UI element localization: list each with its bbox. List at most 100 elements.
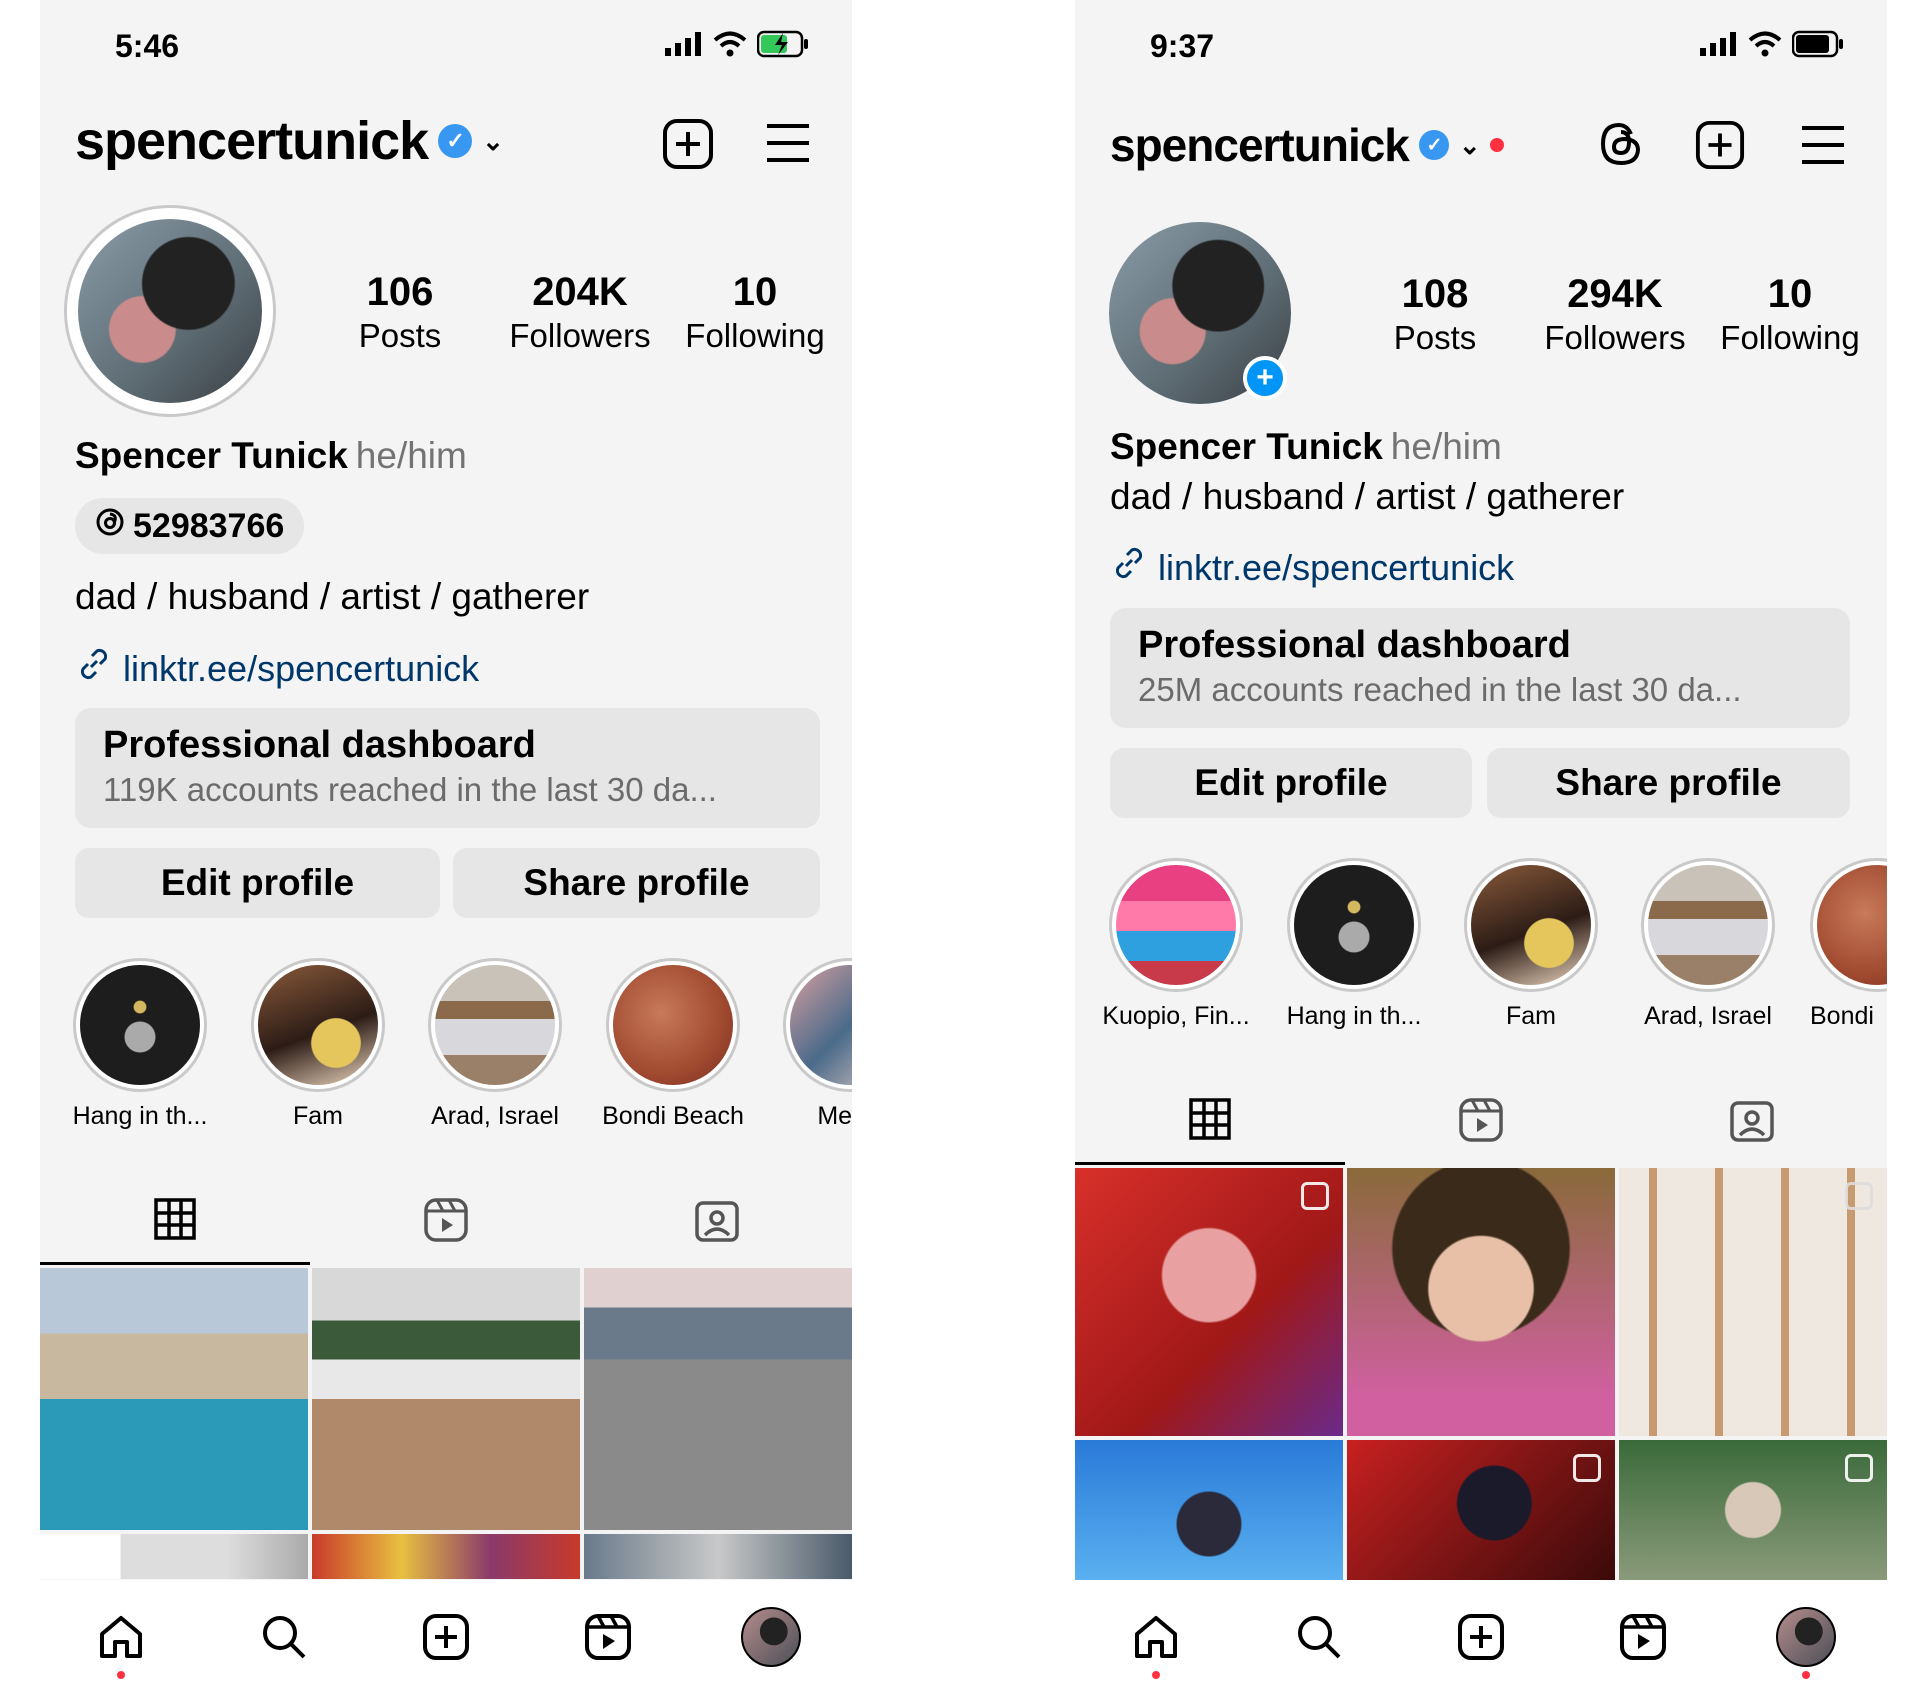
reel-indicator-icon: [1845, 1454, 1873, 1482]
highlight-label: Mexic: [817, 1102, 852, 1130]
post-thumbnail[interactable]: [1347, 1440, 1615, 1580]
highlight-ring: [1641, 858, 1775, 992]
post-thumbnail[interactable]: [1619, 1168, 1887, 1436]
stat-following[interactable]: 10 Following: [670, 270, 840, 355]
profile-username[interactable]: spencertunick ✓ ⌄: [75, 110, 504, 172]
highlight-hang-in[interactable]: Hang in th...: [1279, 858, 1429, 1031]
full-name: Spencer Tunick: [1110, 426, 1383, 467]
tab-reels[interactable]: [1345, 1075, 1616, 1165]
highlight-hang-in[interactable]: Hang in th...: [65, 958, 215, 1131]
profile-bio: dad / husband / artist / gatherer: [1110, 476, 1625, 517]
highlight-fam[interactable]: Fam: [1456, 858, 1606, 1031]
highlight-cover: [80, 965, 200, 1085]
nav-search[interactable]: [1279, 1597, 1359, 1677]
highlight-label: Fam: [293, 1102, 343, 1130]
profile-link[interactable]: linktr.ee/spencertunick: [1110, 544, 1514, 591]
reels-icon: [1620, 1614, 1667, 1660]
link-text: linktr.ee/spencertunick: [1158, 546, 1515, 588]
professional-dashboard[interactable]: Professional dashboard 25M accounts reac…: [1110, 608, 1850, 728]
profile-icon: [740, 1607, 801, 1667]
nav-create[interactable]: [406, 1597, 486, 1677]
verified-badge-icon: ✓: [438, 124, 473, 158]
edit-profile-button[interactable]: Edit profile: [1110, 748, 1472, 818]
threads-badge[interactable]: 52983766: [75, 498, 305, 554]
chevron-down-icon[interactable]: ⌄: [482, 126, 504, 157]
threads-icon[interactable]: [1597, 120, 1645, 173]
link-text: linktr.ee/spencertunick: [123, 647, 480, 689]
search-icon: [262, 1616, 305, 1659]
share-profile-button[interactable]: Share profile: [1487, 748, 1850, 818]
following-count: 10: [732, 270, 778, 314]
grid-icon: [1189, 1097, 1231, 1140]
posts-label: Posts: [358, 317, 442, 354]
tab-tagged[interactable]: [581, 1175, 852, 1265]
phone-screenshot-right: 9:37 spencertunick ✓ ⌄ + 108 Posts 294K …: [1075, 0, 1887, 1694]
tab-tagged[interactable]: [1616, 1075, 1887, 1165]
highlight-fam[interactable]: Fam: [243, 958, 393, 1131]
highlight-cover: [1471, 865, 1591, 985]
post-thumbnail[interactable]: [1075, 1168, 1343, 1436]
create-icon[interactable]: [1695, 120, 1745, 175]
highlight-ring: [1109, 858, 1243, 992]
highlight-cover: [435, 965, 555, 1085]
edit-profile-button[interactable]: Edit profile: [75, 848, 440, 918]
stat-followers[interactable]: 204K Followers: [495, 270, 665, 355]
post-thumbnail[interactable]: [584, 1268, 852, 1530]
highlight-label: Arad, Israel: [431, 1102, 559, 1130]
following-count: 10: [1767, 272, 1813, 316]
highlight-bondi[interactable]: Bondi: [1810, 858, 1887, 1031]
phone-screenshot-left: 5:46 spencertunick ✓ ⌄ 106 Posts 204K Fo…: [40, 0, 852, 1694]
post-thumbnail[interactable]: [40, 1268, 308, 1530]
threads-icon: [95, 507, 125, 546]
stat-following[interactable]: 10 Following: [1705, 272, 1875, 357]
bottom-navbar: [1075, 1580, 1887, 1694]
create-icon: [422, 1614, 469, 1660]
share-profile-button[interactable]: Share profile: [453, 848, 820, 918]
nav-create[interactable]: [1441, 1597, 1521, 1677]
highlight-ring: [1810, 858, 1887, 992]
nav-search[interactable]: [244, 1597, 324, 1677]
signal-icon: [1700, 32, 1736, 56]
highlight-bondi-beach[interactable]: Bondi Beach: [598, 958, 748, 1131]
nav-home[interactable]: [1116, 1597, 1196, 1679]
post-thumbnail[interactable]: [584, 1534, 852, 1579]
profile-link[interactable]: linktr.ee/spencertunick: [75, 645, 479, 692]
post-thumbnail[interactable]: [1075, 1440, 1343, 1580]
nav-reels[interactable]: [568, 1597, 648, 1677]
post-thumbnail[interactable]: [1347, 1168, 1615, 1436]
highlight-arad[interactable]: Arad, Israel: [420, 958, 570, 1131]
menu-icon[interactable]: [765, 122, 811, 169]
battery-charging-icon: [757, 30, 808, 58]
highlight-kuopio[interactable]: Kuopio, Fin...: [1101, 858, 1251, 1031]
wifi-icon: [1748, 31, 1782, 57]
nav-profile[interactable]: [731, 1597, 811, 1677]
carousel-indicator-icon: [1845, 1182, 1873, 1210]
link-icon: [1110, 544, 1148, 591]
pronouns: he/him: [355, 435, 467, 476]
tab-posts-grid[interactable]: [40, 1175, 310, 1265]
professional-dashboard[interactable]: Professional dashboard 119K accounts rea…: [75, 708, 820, 828]
tab-reels[interactable]: [310, 1175, 581, 1265]
profile-name: Spencer Tunick he/him: [1110, 426, 1502, 468]
profile-avatar[interactable]: +: [1109, 222, 1291, 404]
tagged-icon: [1729, 1101, 1774, 1142]
nav-profile[interactable]: [1766, 1597, 1846, 1679]
create-icon[interactable]: [662, 118, 714, 175]
highlight-label: Hang in th...: [1286, 1002, 1422, 1030]
post-thumbnail[interactable]: [1619, 1440, 1887, 1580]
highlight-arad[interactable]: Arad, Israel: [1633, 858, 1783, 1031]
chevron-down-icon[interactable]: ⌄: [1459, 130, 1481, 161]
nav-reels[interactable]: [1603, 1597, 1683, 1677]
post-thumbnail[interactable]: [40, 1534, 308, 1579]
post-thumbnail[interactable]: [312, 1534, 580, 1579]
profile-username[interactable]: spencertunick ✓ ⌄: [1110, 118, 1504, 172]
post-thumbnail[interactable]: [312, 1268, 580, 1530]
highlight-mexico[interactable]: Mexic: [775, 958, 852, 1131]
stat-followers[interactable]: 294K Followers: [1530, 272, 1700, 357]
tab-posts-grid[interactable]: [1075, 1075, 1345, 1165]
add-story-icon[interactable]: +: [1243, 356, 1287, 400]
nav-home[interactable]: [81, 1597, 161, 1679]
profile-avatar[interactable]: [64, 205, 276, 417]
menu-icon[interactable]: [1800, 124, 1846, 171]
username-text: spencertunick: [1110, 119, 1410, 171]
